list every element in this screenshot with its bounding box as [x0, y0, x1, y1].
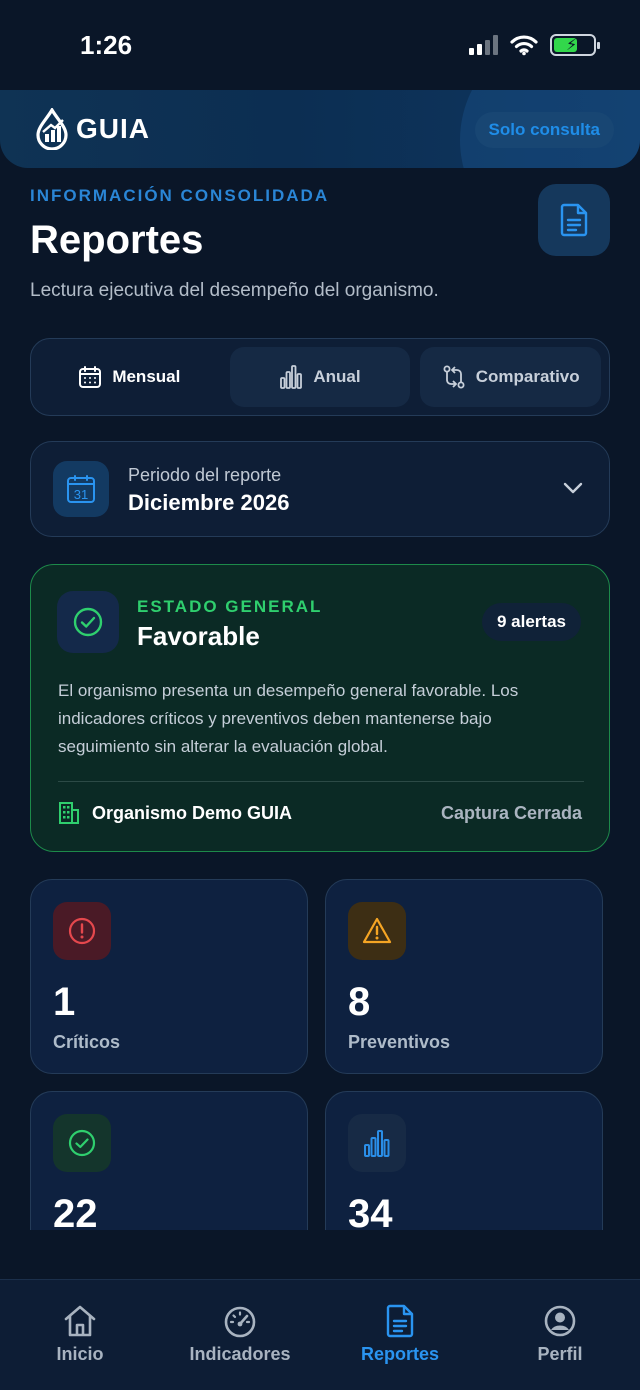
document-icon: [560, 203, 588, 237]
period-label: Periodo del reporte: [128, 465, 282, 485]
drop-chart-logo-icon: [36, 108, 68, 150]
status-title: Favorable: [137, 621, 260, 651]
report-period-type-selector: Mensual Anual Comparativo: [30, 338, 610, 416]
page-title: Reportes: [30, 218, 204, 262]
check-circle-icon: [57, 591, 119, 653]
metric-value: 34: [348, 1192, 393, 1230]
organization-name: Organismo Demo GUIA: [92, 802, 293, 823]
page-eyebrow: INFORMACIÓN CONSOLIDADA: [30, 186, 330, 205]
home-icon: [64, 1305, 96, 1337]
metric-label: Críticos: [53, 1032, 121, 1052]
read-only-badge: Solo consulta: [474, 112, 614, 148]
metric-value: 1: [53, 980, 76, 1024]
app-header: GUIA Solo consulta: [0, 90, 640, 168]
period-value: Diciembre 2026: [128, 490, 290, 515]
check-circle-icon: [53, 1114, 111, 1172]
segment-label: Comparativo: [475, 367, 580, 386]
nav-item-perfil[interactable]: Perfil: [480, 1280, 640, 1390]
status-eyebrow: ESTADO GENERAL: [137, 597, 323, 616]
signal-icon: [469, 35, 498, 55]
app-logo: GUIA: [34, 108, 150, 150]
metric-value: 8: [348, 980, 371, 1024]
metric-value: 22: [53, 1192, 98, 1230]
nav-item-reportes[interactable]: Reportes: [320, 1280, 480, 1390]
segment-mensual[interactable]: Mensual: [39, 347, 220, 407]
segment-anual[interactable]: Anual: [229, 347, 411, 407]
metric-card-favorables[interactable]: 22: [30, 1091, 308, 1230]
alerts-count-badge[interactable]: 9 alertas: [482, 603, 581, 641]
status-time: 1:26: [80, 30, 133, 60]
nav-label: Perfil: [537, 1344, 583, 1364]
segment-label: Anual: [313, 367, 361, 386]
warning-triangle-icon: [348, 902, 406, 960]
nav-item-inicio[interactable]: Inicio: [0, 1280, 160, 1390]
organization-info: Organismo Demo GUIA: [58, 801, 292, 825]
svg-text:31: 31: [74, 487, 88, 502]
compare-icon: [443, 365, 465, 389]
gauge-icon: [224, 1306, 256, 1338]
segment-comparativo[interactable]: Comparativo: [420, 347, 602, 407]
metric-label: Preventivos: [348, 1032, 451, 1052]
general-status-card: ESTADO GENERAL Favorable 9 alertas El or…: [30, 564, 610, 852]
status-description: El organismo presenta un desempeño gener…: [58, 681, 519, 756]
divider: [58, 781, 584, 782]
battery-icon: ⚡: [550, 34, 600, 56]
building-icon: [59, 802, 79, 824]
page-subtitle: Lectura ejecutiva del desempeño del orga…: [30, 280, 439, 301]
alert-circle-icon: [53, 902, 111, 960]
nav-label: Inicio: [56, 1344, 104, 1364]
bar-chart-icon: [280, 365, 303, 389]
status-icons: ⚡: [469, 34, 600, 56]
metric-card-preventivos[interactable]: 8 Preventivos: [325, 879, 603, 1074]
bottom-navigation: Inicio Indicadores Reportes Perfil: [0, 1279, 640, 1390]
calendar-icon: [79, 366, 102, 388]
nav-item-indicadores[interactable]: Indicadores: [160, 1280, 320, 1390]
logo-text: GUIA: [76, 113, 150, 144]
status-bar: 1:26 ⚡: [0, 0, 640, 90]
capture-status: Captura Cerrada: [440, 803, 582, 823]
nav-label: Reportes: [360, 1344, 440, 1364]
export-document-button[interactable]: [538, 184, 610, 256]
user-circle-icon: [544, 1305, 576, 1337]
segment-label: Mensual: [112, 367, 181, 386]
metric-card-total[interactable]: 34: [325, 1091, 603, 1230]
nav-label: Indicadores: [189, 1344, 291, 1364]
chevron-down-icon: [563, 482, 583, 494]
report-period-dropdown[interactable]: 31 Periodo del reporte Diciembre 2026: [30, 441, 610, 537]
wifi-icon: [510, 35, 538, 56]
calendar-day-icon: 31: [53, 461, 109, 517]
bar-chart-icon: [348, 1114, 406, 1172]
document-icon: [386, 1304, 414, 1338]
metric-card-criticos[interactable]: 1 Críticos: [30, 879, 308, 1074]
